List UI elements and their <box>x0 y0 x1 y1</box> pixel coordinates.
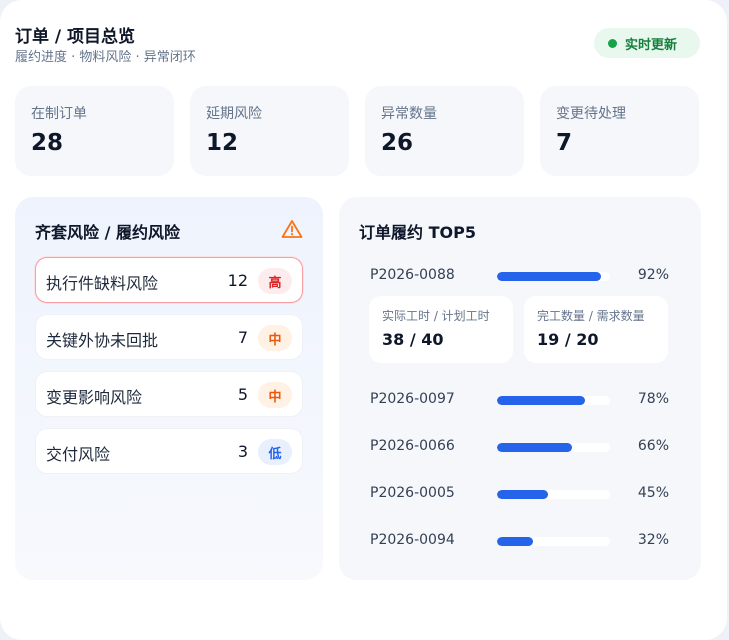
progress-track <box>497 396 610 405</box>
order-id: P2026-0005 <box>370 485 455 501</box>
stat-card-exceptions[interactable]: 异常数量 26 <box>365 86 524 176</box>
stat-card-wip-orders[interactable]: 在制订单 28 <box>15 86 174 176</box>
progress-fill <box>497 443 572 452</box>
overview-card: 订单 / 项目总览 履约进度 · 物料风险 · 异常闭环 实时更新 在制订单 2… <box>0 0 727 640</box>
risk-level-badge: 低 <box>258 439 292 465</box>
warning-triangle-icon[interactable] <box>281 219 303 239</box>
risk-item-change-impact[interactable]: 变更影响风险 5 中 <box>35 371 303 417</box>
risk-level-badge: 高 <box>258 268 292 294</box>
stat-label: 延期风险 <box>206 106 262 122</box>
order-percent: 32% <box>637 532 669 548</box>
order-percent: 66% <box>637 438 669 454</box>
order-id: P2026-0066 <box>370 438 455 454</box>
order-row[interactable]: P2026-0094 32% <box>339 532 701 552</box>
order-row[interactable]: P2026-0097 78% <box>339 391 701 411</box>
risk-item-label: 变更影响风险 <box>46 388 143 407</box>
risk-panel-title: 齐套风险 / 履约风险 <box>35 223 180 242</box>
live-update-badge: 实时更新 <box>594 28 700 58</box>
risk-item-material-shortage[interactable]: 执行件缺料风险 12 高 <box>35 257 303 303</box>
order-id: P2026-0097 <box>370 391 455 407</box>
progress-track <box>497 272 610 281</box>
detail-label: 完工数量 / 需求数量 <box>537 309 645 323</box>
progress-fill <box>497 272 601 281</box>
risk-item-delivery[interactable]: 交付风险 3 低 <box>35 428 303 474</box>
page-title: 订单 / 项目总览 <box>15 27 136 47</box>
progress-fill <box>497 396 586 405</box>
order-row[interactable]: P2026-0005 45% <box>339 485 701 505</box>
orders-panel-title: 订单履约 TOP5 <box>359 223 476 242</box>
stat-label: 变更待处理 <box>556 106 626 122</box>
detail-value: 38 / 40 <box>382 330 444 349</box>
progress-track <box>497 537 610 546</box>
stat-card-pending-changes[interactable]: 变更待处理 7 <box>540 86 699 176</box>
order-row[interactable]: P2026-0066 66% <box>339 438 701 458</box>
green-dot-icon <box>608 38 617 48</box>
stat-label: 在制订单 <box>31 106 87 122</box>
order-percent: 92% <box>637 267 669 283</box>
order-percent: 78% <box>637 391 669 407</box>
order-row[interactable]: P2026-0088 92% <box>339 267 701 287</box>
progress-track <box>497 490 610 499</box>
stat-value: 12 <box>206 130 239 156</box>
stat-card-delay-risk[interactable]: 延期风险 12 <box>190 86 349 176</box>
risk-item-count: 7 <box>237 328 248 347</box>
order-id: P2026-0094 <box>370 532 455 548</box>
risk-level-badge: 中 <box>258 325 292 351</box>
risk-item-label: 交付风险 <box>46 445 111 464</box>
detail-card-hours: 实际工时 / 计划工时 38 / 40 <box>369 296 513 363</box>
page-subtitle: 履约进度 · 物料风险 · 异常闭环 <box>15 50 196 65</box>
stat-value: 28 <box>31 130 64 156</box>
risk-item-label: 执行件缺料风险 <box>46 274 159 293</box>
risk-item-label: 关键外协未回批 <box>46 331 159 350</box>
risk-item-count: 12 <box>227 271 248 290</box>
detail-value: 19 / 20 <box>537 330 599 349</box>
live-update-label: 实时更新 <box>625 37 678 53</box>
risk-level-badge: 中 <box>258 382 292 408</box>
stat-value: 7 <box>556 130 573 156</box>
detail-card-quantity: 完工数量 / 需求数量 19 / 20 <box>524 296 668 363</box>
stat-label: 异常数量 <box>381 106 437 122</box>
progress-fill <box>497 537 534 546</box>
progress-track <box>497 443 610 452</box>
orders-panel: 订单履约 TOP5 P2026-0088 92% 实际工时 / 计划工时 38 … <box>339 197 701 580</box>
detail-label: 实际工时 / 计划工时 <box>382 309 490 323</box>
risk-panel: 齐套风险 / 履约风险 执行件缺料风险 12 高 关键外协未回批 7 中 变更影… <box>15 197 323 580</box>
stat-value: 26 <box>381 130 414 156</box>
risk-item-count: 3 <box>237 442 248 461</box>
progress-fill <box>497 490 548 499</box>
order-percent: 45% <box>637 485 669 501</box>
risk-item-outsourcing-approval[interactable]: 关键外协未回批 7 中 <box>35 314 303 360</box>
risk-item-count: 5 <box>237 385 248 404</box>
order-id: P2026-0088 <box>370 267 455 283</box>
